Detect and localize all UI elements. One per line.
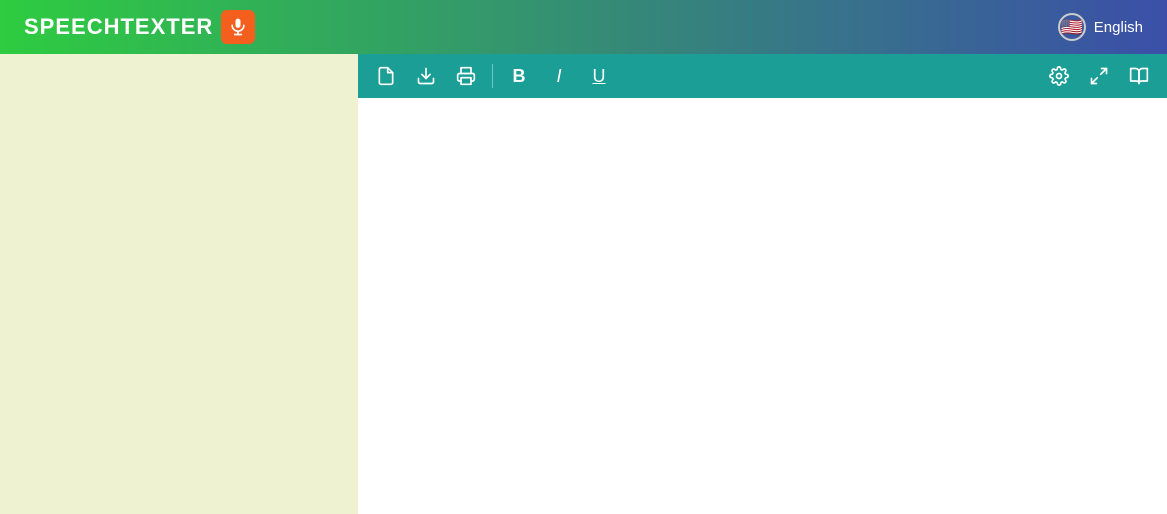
header: SPEECHTEXTER 🇺🇸 English [0,0,1167,54]
help-button[interactable] [1121,58,1157,94]
editor-area: B I U [358,54,1167,514]
sidebar [0,54,358,514]
main-layout: B I U [0,54,1167,514]
settings-icon [1049,66,1069,86]
logo-area: SPEECHTEXTER [24,10,255,44]
download-button[interactable] [408,58,444,94]
download-icon [416,66,436,86]
new-document-button[interactable] [368,58,404,94]
text-editor[interactable] [358,98,1167,514]
toolbar-divider [492,64,493,88]
fullscreen-button[interactable] [1081,58,1117,94]
logo-text: SPEECHTEXTER [24,14,213,40]
help-icon [1129,66,1149,86]
bold-label: B [513,66,526,87]
italic-label: I [556,66,561,87]
italic-button[interactable]: I [541,58,577,94]
language-label: English [1094,19,1143,36]
print-icon [456,66,476,86]
toolbar: B I U [358,54,1167,98]
microphone-icon [228,17,248,37]
bold-button[interactable]: B [501,58,537,94]
fullscreen-icon [1089,66,1109,86]
logo-icon [221,10,255,44]
language-selector[interactable]: 🇺🇸 English [1058,13,1143,41]
settings-button[interactable] [1041,58,1077,94]
new-doc-icon [376,66,396,86]
underline-button[interactable]: U [581,58,617,94]
print-button[interactable] [448,58,484,94]
underline-label: U [593,66,606,87]
flag-icon: 🇺🇸 [1058,13,1086,41]
